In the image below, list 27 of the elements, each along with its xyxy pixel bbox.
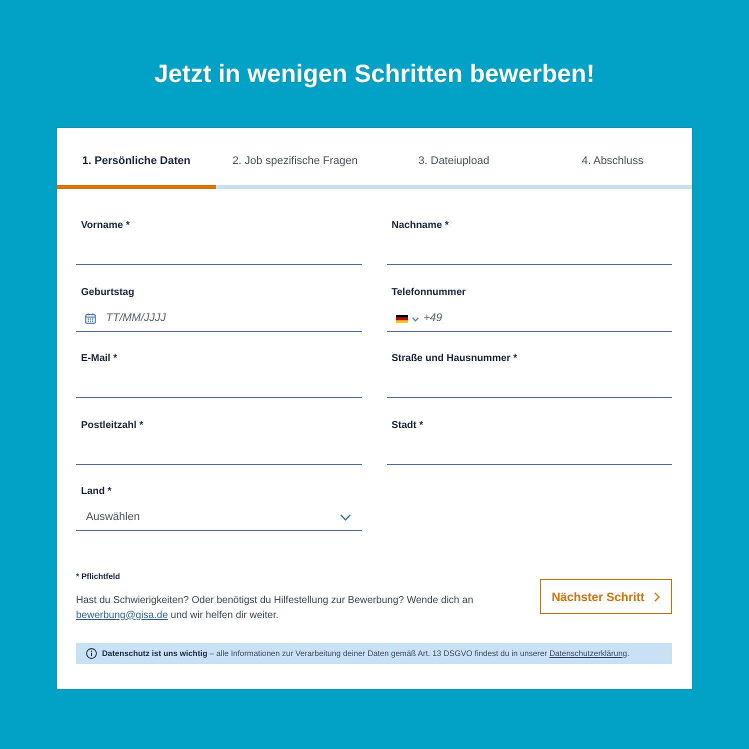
privacy-policy-link[interactable]: Datenschutzerklärung	[549, 648, 628, 658]
field-label: Vorname *	[80, 219, 131, 233]
field-label: Nachname *	[390, 219, 450, 233]
step-tab[interactable]: 2. Job spezifische Fragen	[216, 128, 374, 189]
page-title: Jetzt in wenigen Schritten bewerben!	[154, 59, 595, 90]
email-link[interactable]: bewerbung@gisa.de	[76, 610, 168, 620]
field-label: Stadt *	[390, 418, 424, 432]
field-label: Postleitzahl *	[80, 418, 144, 432]
field-label: Geburtstag	[80, 286, 136, 300]
calendar-icon	[85, 312, 96, 324]
field-label: Telefonnummer	[390, 286, 467, 300]
step-tab[interactable]: 4. Abschluss	[533, 128, 692, 189]
chevron-right-icon	[654, 592, 660, 602]
dropdown-field[interactable]: Auswählen	[76, 505, 362, 531]
field-label: Straße und Hausnummer *	[390, 352, 518, 366]
step-tab[interactable]: 1. Persönliche Daten	[57, 128, 216, 189]
date-field[interactable]: TT/MM/JJJJ	[76, 306, 362, 332]
info-icon	[86, 648, 97, 659]
field-label: E-Mail *	[80, 352, 118, 366]
privacy-text: Datenschutz ist uns wichtig – alle Informationen zur Verarbeitung deiner Daten gemäß Art. 13 DSGVO findest du in unserer Datenschutzerklärung.	[102, 648, 630, 658]
required-note: * Pflichtfeld	[76, 572, 122, 582]
step-tab[interactable]: 3. Dateiupload	[374, 128, 534, 189]
chevron-down-icon[interactable]	[412, 316, 418, 322]
flag-icon[interactable]	[396, 314, 408, 322]
field-label: Land *	[80, 485, 113, 499]
chevron-down-icon	[340, 514, 350, 521]
help-text: Hast du Schwierigkeiten? Oder benötigst du Hilfestellung zur Bewerbung? Wende dich an bewerbung@gisa.de und wir helfen dir weiter.	[76, 594, 474, 622]
